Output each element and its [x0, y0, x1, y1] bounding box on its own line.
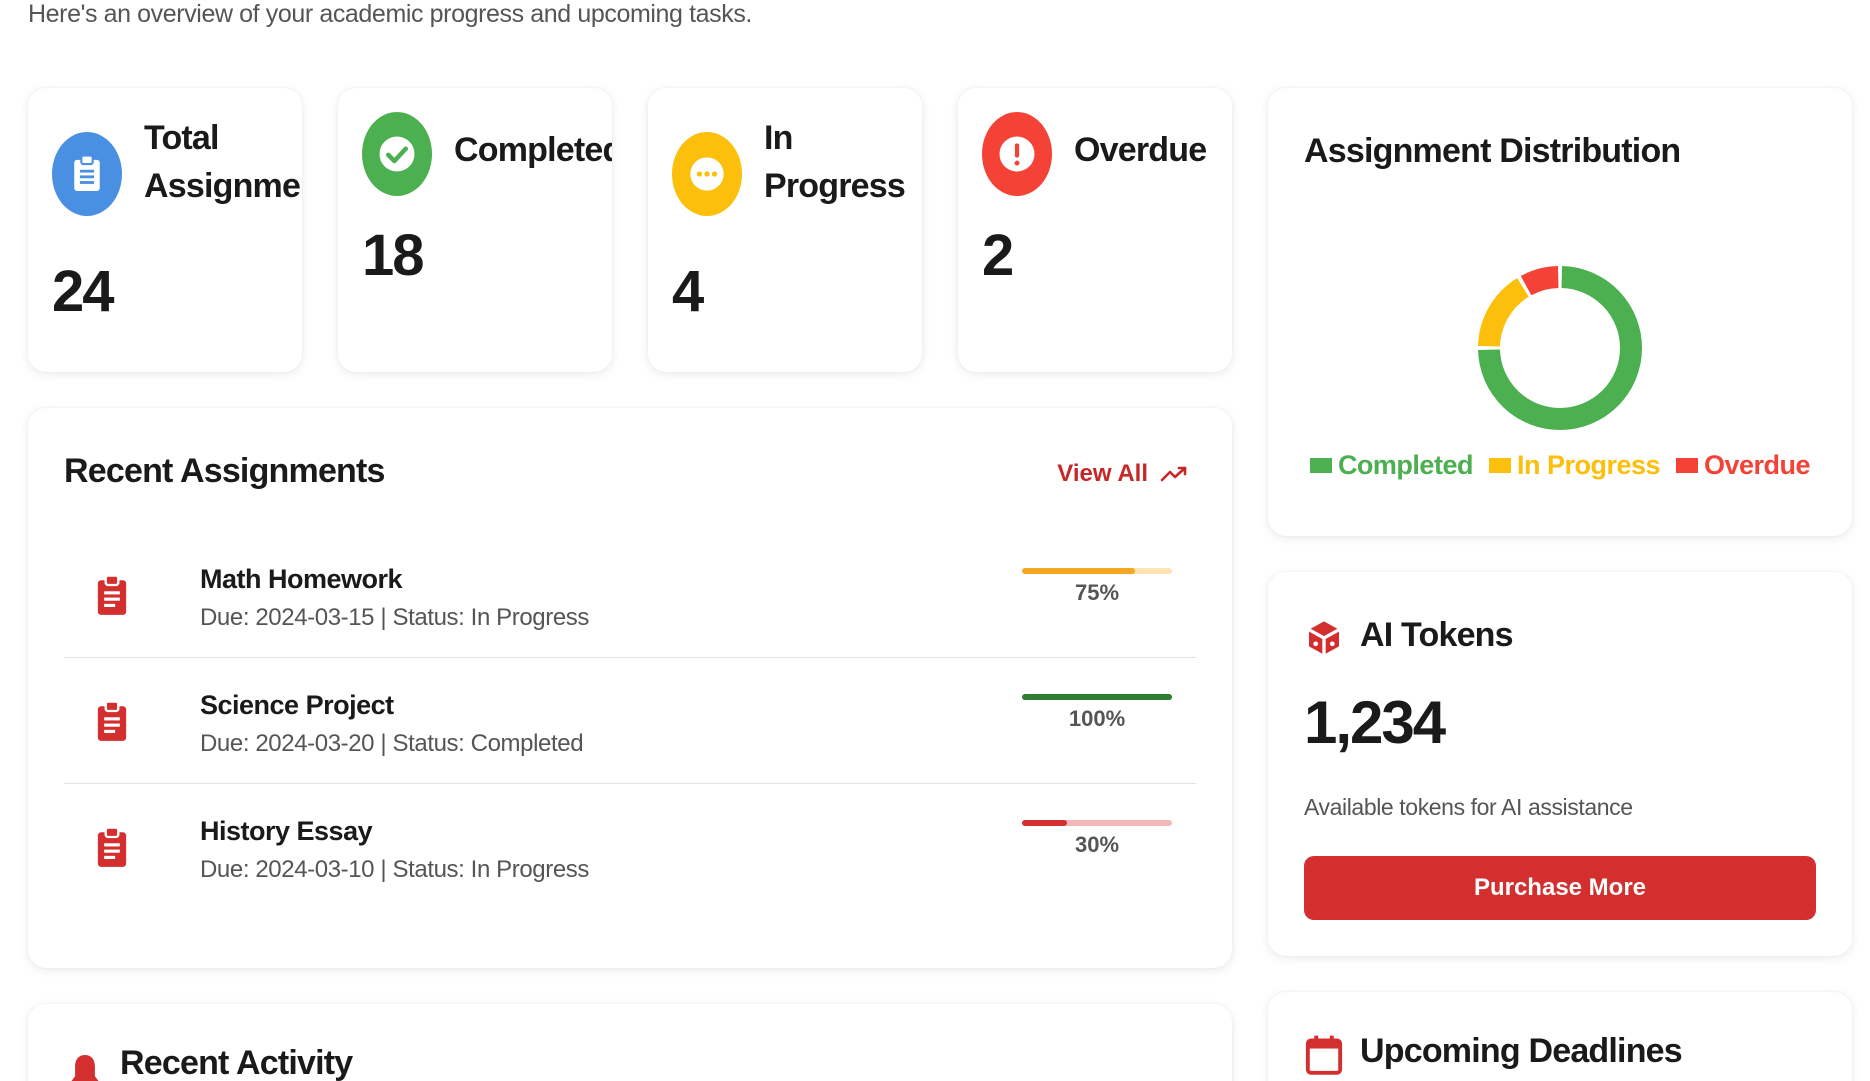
- view-all-label: View All: [1057, 460, 1148, 487]
- legend-label: Completed: [1337, 450, 1474, 480]
- donut-slice-overdue[interactable]: [1520, 266, 1559, 296]
- stat-value: 24: [52, 259, 114, 324]
- progress-bar: [1022, 568, 1172, 574]
- section-title: Assignment Distribution: [1304, 132, 1681, 170]
- legend-item-in-progress[interactable]: In Progress: [1488, 450, 1661, 481]
- check-circle-icon: [362, 112, 432, 196]
- section-title: Recent Activity: [120, 1044, 353, 1081]
- assignment-row[interactable]: Math Homework Due: 2024-03-15 | Status: …: [64, 532, 1196, 658]
- legend-item-completed[interactable]: Completed: [1309, 450, 1474, 481]
- stat-card-completed: Completed 18: [338, 88, 612, 372]
- view-all-link[interactable]: View All: [1057, 460, 1188, 488]
- donut-slice-in-progress[interactable]: [1478, 278, 1530, 347]
- assignment-meta: Due: 2024-03-10 | Status: In Progress: [200, 856, 589, 883]
- assignment-row[interactable]: History Essay Due: 2024-03-10 | Status: …: [64, 784, 1196, 910]
- calendar-icon: [1305, 1035, 1343, 1075]
- purchase-more-button[interactable]: Purchase More: [1304, 856, 1816, 920]
- progress-percent: 100%: [1068, 706, 1126, 731]
- section-title: Upcoming Deadlines: [1360, 1032, 1683, 1070]
- bell-icon: [71, 1055, 99, 1081]
- assignment-icon: [97, 700, 127, 741]
- assignment-icon: [97, 826, 127, 867]
- progress-bar: [1022, 820, 1172, 826]
- stat-card-in-progress: In Progress 4: [648, 88, 922, 372]
- clipboard-icon: [52, 132, 122, 216]
- more-horizontal-icon: [672, 132, 742, 216]
- stat-label: In Progress: [764, 119, 906, 205]
- stat-card-overdue: Overdue 2: [958, 88, 1232, 372]
- section-title: AI Tokens: [1360, 616, 1514, 654]
- section-title: Recent Assignments: [64, 452, 385, 490]
- assignment-name: Math Homework: [200, 564, 403, 594]
- stat-value: 18: [362, 223, 424, 288]
- stat-value: 2: [982, 223, 1014, 288]
- page-subtitle: Here's an overview of your academic prog…: [28, 0, 752, 28]
- stat-label: Completed: [454, 131, 612, 169]
- legend-swatch: [1676, 458, 1699, 473]
- stat-value: 4: [672, 259, 704, 324]
- legend-swatch: [1488, 458, 1511, 473]
- assignment-name: History Essay: [200, 816, 373, 846]
- legend-label: Overdue: [1704, 450, 1811, 480]
- recent-assignments-card: Recent Assignments View All Math Homewor…: [28, 408, 1232, 968]
- progress-bar: [1022, 694, 1172, 700]
- trending-up-icon: [1160, 466, 1187, 482]
- progress-percent: 75%: [1074, 580, 1120, 605]
- legend-label: In Progress: [1516, 450, 1661, 480]
- alert-icon: [982, 112, 1052, 196]
- assignment-icon: [97, 574, 127, 615]
- assignment-row[interactable]: Science Project Due: 2024-03-20 | Status…: [64, 658, 1196, 784]
- distribution-donut-chart: [1478, 266, 1642, 430]
- progress-fill: [1022, 694, 1172, 700]
- tokens-value: 1,234: [1304, 689, 1446, 756]
- assignment-meta: Due: 2024-03-15 | Status: In Progress: [200, 604, 589, 631]
- distribution-card: Assignment Distribution Completed In Pro…: [1268, 88, 1852, 536]
- assignment-name: Science Project: [200, 690, 394, 720]
- assignment-meta: Due: 2024-03-20 | Status: Completed: [200, 730, 584, 757]
- cube-icon: [1308, 621, 1340, 655]
- ai-tokens-card: AI Tokens 1,234 Available tokens for AI …: [1268, 572, 1852, 956]
- legend-swatch: [1309, 458, 1332, 473]
- progress-fill: [1022, 820, 1067, 826]
- legend-item-overdue[interactable]: Overdue: [1676, 450, 1811, 481]
- stat-card-total: Total Assignments 24: [28, 88, 302, 372]
- stat-label: Total Assignments: [144, 119, 302, 205]
- recent-activity-card: Recent Activity: [28, 1004, 1232, 1081]
- upcoming-deadlines-card: Upcoming Deadlines: [1268, 992, 1852, 1081]
- stat-label: Overdue: [1074, 131, 1207, 169]
- progress-percent: 30%: [1074, 832, 1120, 857]
- progress-fill: [1022, 568, 1135, 574]
- chart-legend: Completed In Progress Overdue: [1268, 450, 1852, 481]
- tokens-caption: Available tokens for AI assistance: [1304, 794, 1633, 820]
